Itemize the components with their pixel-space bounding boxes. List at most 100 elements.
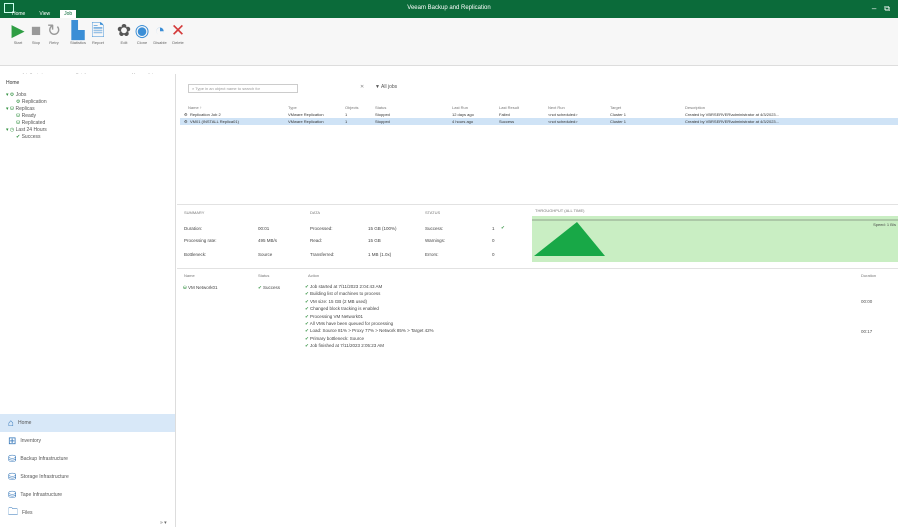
delete-button[interactable]: ✕ Delete bbox=[170, 22, 186, 46]
window-controls: – ⧉ bbox=[872, 4, 890, 14]
column-header[interactable]: Type bbox=[288, 105, 297, 110]
pane-header: Home bbox=[6, 80, 20, 86]
start-label: Start bbox=[13, 40, 23, 45]
stop-icon: ■ bbox=[30, 21, 42, 40]
report-icon: 🗎 bbox=[91, 21, 105, 40]
duration-value: 00:01 bbox=[258, 226, 270, 231]
table-row[interactable]: ⚙ Replication Job 2 VMware Replication 1… bbox=[180, 111, 898, 118]
navigation-pane: Home ▾ ⚙ Jobs ⚙ Replication ▾ ⛁ Replicas… bbox=[0, 74, 176, 527]
nav-inventory[interactable]: ⊞ Inventory bbox=[0, 432, 175, 450]
column-header[interactable]: Name ↑ bbox=[188, 105, 202, 110]
column-header[interactable]: Last Run bbox=[452, 105, 468, 110]
restore-button[interactable]: ⧉ bbox=[884, 4, 890, 14]
throughput-peak bbox=[534, 222, 605, 256]
retry-button[interactable]: ↻ Retry bbox=[46, 22, 62, 46]
log-entry: ✔ All VMs have been queued for processin… bbox=[305, 320, 394, 326]
tree-item-jobs[interactable]: ▾ ⚙ Jobs bbox=[6, 92, 175, 99]
tree-item-ready[interactable]: ⛁ Ready bbox=[6, 113, 175, 120]
search-input[interactable]: ⌕ Type in an object name to search for bbox=[188, 84, 298, 93]
vm-name-header: Name bbox=[184, 273, 195, 278]
log-entry: ✔ Changed block tracking is enabled bbox=[305, 306, 379, 312]
column-header[interactable]: Description bbox=[685, 105, 705, 110]
throughput-chart bbox=[532, 216, 898, 262]
tree-item-last-24-hours[interactable]: ▾ ◷ Last 24 Hours bbox=[6, 127, 175, 134]
storage-icon: ⛁ bbox=[8, 471, 17, 483]
statistics-button[interactable]: ▙ Statistics bbox=[70, 21, 86, 46]
warnings-value: 0 bbox=[492, 238, 495, 243]
start-button[interactable]: ▶ Start bbox=[10, 22, 26, 46]
ribbon: ▶ Start ■ Stop ↻ Retry ▙ Statistics 🗎 Re… bbox=[0, 18, 898, 77]
column-header[interactable]: Objects bbox=[345, 105, 359, 110]
expand-icon: ▾ ◷ bbox=[6, 127, 16, 133]
job-icon: ⚙ bbox=[184, 112, 188, 117]
column-header[interactable]: Target bbox=[610, 105, 621, 110]
clone-button[interactable]: ◉ Clone bbox=[134, 22, 150, 46]
job-tree: ▾ ⚙ Jobs ⚙ Replication ▾ ⛁ Replicas ⛁ Re… bbox=[0, 92, 175, 141]
stop-label: Stop bbox=[31, 40, 41, 45]
speed-label: Speed: 1 B/s bbox=[873, 222, 896, 227]
folder-icon: 🗀 bbox=[8, 506, 18, 518]
pane-options-button[interactable]: » ▾ bbox=[160, 520, 167, 526]
read-value: 15 GB bbox=[368, 238, 381, 243]
stop-button[interactable]: ■ Stop bbox=[28, 21, 44, 46]
clone-label: Clone bbox=[136, 40, 148, 45]
nav-tape-infrastructure[interactable]: ⛁ Tape Infrastructure bbox=[0, 486, 175, 504]
log-entry: ✔ VM size: 15 GB (2 MB used) bbox=[305, 298, 368, 304]
title-bar: Home View Job Veeam Backup and Replicati… bbox=[0, 0, 898, 18]
column-header[interactable]: Next Run bbox=[548, 105, 565, 110]
throughput-header: THROUGHPUT (ALL TIME) bbox=[535, 208, 585, 213]
nav-home[interactable]: ⌂ Home bbox=[0, 414, 175, 432]
report-button[interactable]: 🗎 Report bbox=[90, 21, 106, 46]
tree-item-success[interactable]: ✔ Success bbox=[6, 134, 175, 141]
job-filter-dropdown[interactable]: ▼ All jobs bbox=[375, 84, 397, 90]
tree-item-replicated[interactable]: ⛁ Replicated bbox=[6, 120, 175, 127]
table-header: Name ↑ Type Objects Status Last Run Last… bbox=[180, 104, 898, 111]
expand-icon: ▾ ⚙ bbox=[6, 92, 16, 98]
tape-icon: ⛁ bbox=[8, 489, 17, 501]
processed-value: 15 GB (100%) bbox=[368, 226, 397, 231]
nav-sections: ⌂ Home ⊞ Inventory ⛁ Backup Infrastructure … bbox=[0, 414, 175, 522]
bar-chart-icon: ▙ bbox=[71, 21, 85, 40]
transferred-label: Transferred: bbox=[310, 252, 335, 257]
column-header[interactable]: Last Result bbox=[499, 105, 519, 110]
log-duration: 00:17 bbox=[861, 329, 873, 334]
errors-value: 0 bbox=[492, 252, 495, 257]
home-icon: ⌂ bbox=[8, 417, 15, 429]
inventory-icon: ⊞ bbox=[8, 435, 17, 447]
action-header: Action bbox=[308, 273, 320, 278]
nav-backup-infrastructure[interactable]: ⛁ Backup Infrastructure bbox=[0, 450, 175, 468]
throughput-graph bbox=[532, 219, 898, 256]
divider bbox=[177, 204, 898, 205]
tree-item-replicas[interactable]: ▾ ⛁ Replicas bbox=[6, 106, 175, 113]
column-header[interactable]: Status bbox=[375, 105, 386, 110]
divider bbox=[177, 268, 898, 269]
edit-button[interactable]: ✿ Edit bbox=[116, 21, 132, 46]
clear-search-button[interactable]: ✕ bbox=[360, 84, 364, 90]
errors-label: Errors: bbox=[425, 252, 439, 257]
success-count-value: 1 bbox=[492, 226, 495, 231]
disable-button[interactable]: ◔ Disable bbox=[152, 22, 168, 46]
log-entry: ✔ Primary bottleneck: Source bbox=[305, 335, 365, 341]
report-label: Report bbox=[91, 40, 104, 45]
job-icon: ⚙ bbox=[184, 119, 188, 124]
log-duration: 00:00 bbox=[861, 299, 873, 304]
log-entry: ✔ Processing VM Network01 bbox=[305, 313, 364, 319]
read-label: Read: bbox=[310, 238, 323, 243]
nav-files[interactable]: 🗀 Files bbox=[0, 504, 175, 522]
status-header: STATUS bbox=[425, 210, 441, 215]
processed-label: Processed: bbox=[310, 226, 333, 231]
tab-view[interactable]: View bbox=[35, 10, 54, 18]
window-title: Veeam Backup and Replication bbox=[407, 5, 491, 11]
tab-home[interactable]: Home bbox=[8, 10, 29, 18]
vm-row[interactable]: ⛁ VM Network01 bbox=[183, 285, 218, 291]
warnings-label: Warnings: bbox=[425, 238, 446, 243]
table-row[interactable]: ⚙ VM01 (INSTALL Replica01) VMware Replic… bbox=[180, 118, 898, 125]
minimize-button[interactable]: – bbox=[872, 4, 876, 14]
tab-job[interactable]: Job bbox=[60, 10, 77, 18]
edit-label: Edit bbox=[120, 40, 128, 45]
processing-rate-value: 495 MB/s bbox=[258, 238, 278, 243]
nav-storage-infrastructure[interactable]: ⛁ Storage Infrastructure bbox=[0, 468, 175, 486]
gear-icon: ✿ bbox=[116, 21, 132, 40]
tree-item-replication[interactable]: ⚙ Replication bbox=[6, 99, 175, 106]
vm-status-header: Status bbox=[258, 273, 270, 278]
